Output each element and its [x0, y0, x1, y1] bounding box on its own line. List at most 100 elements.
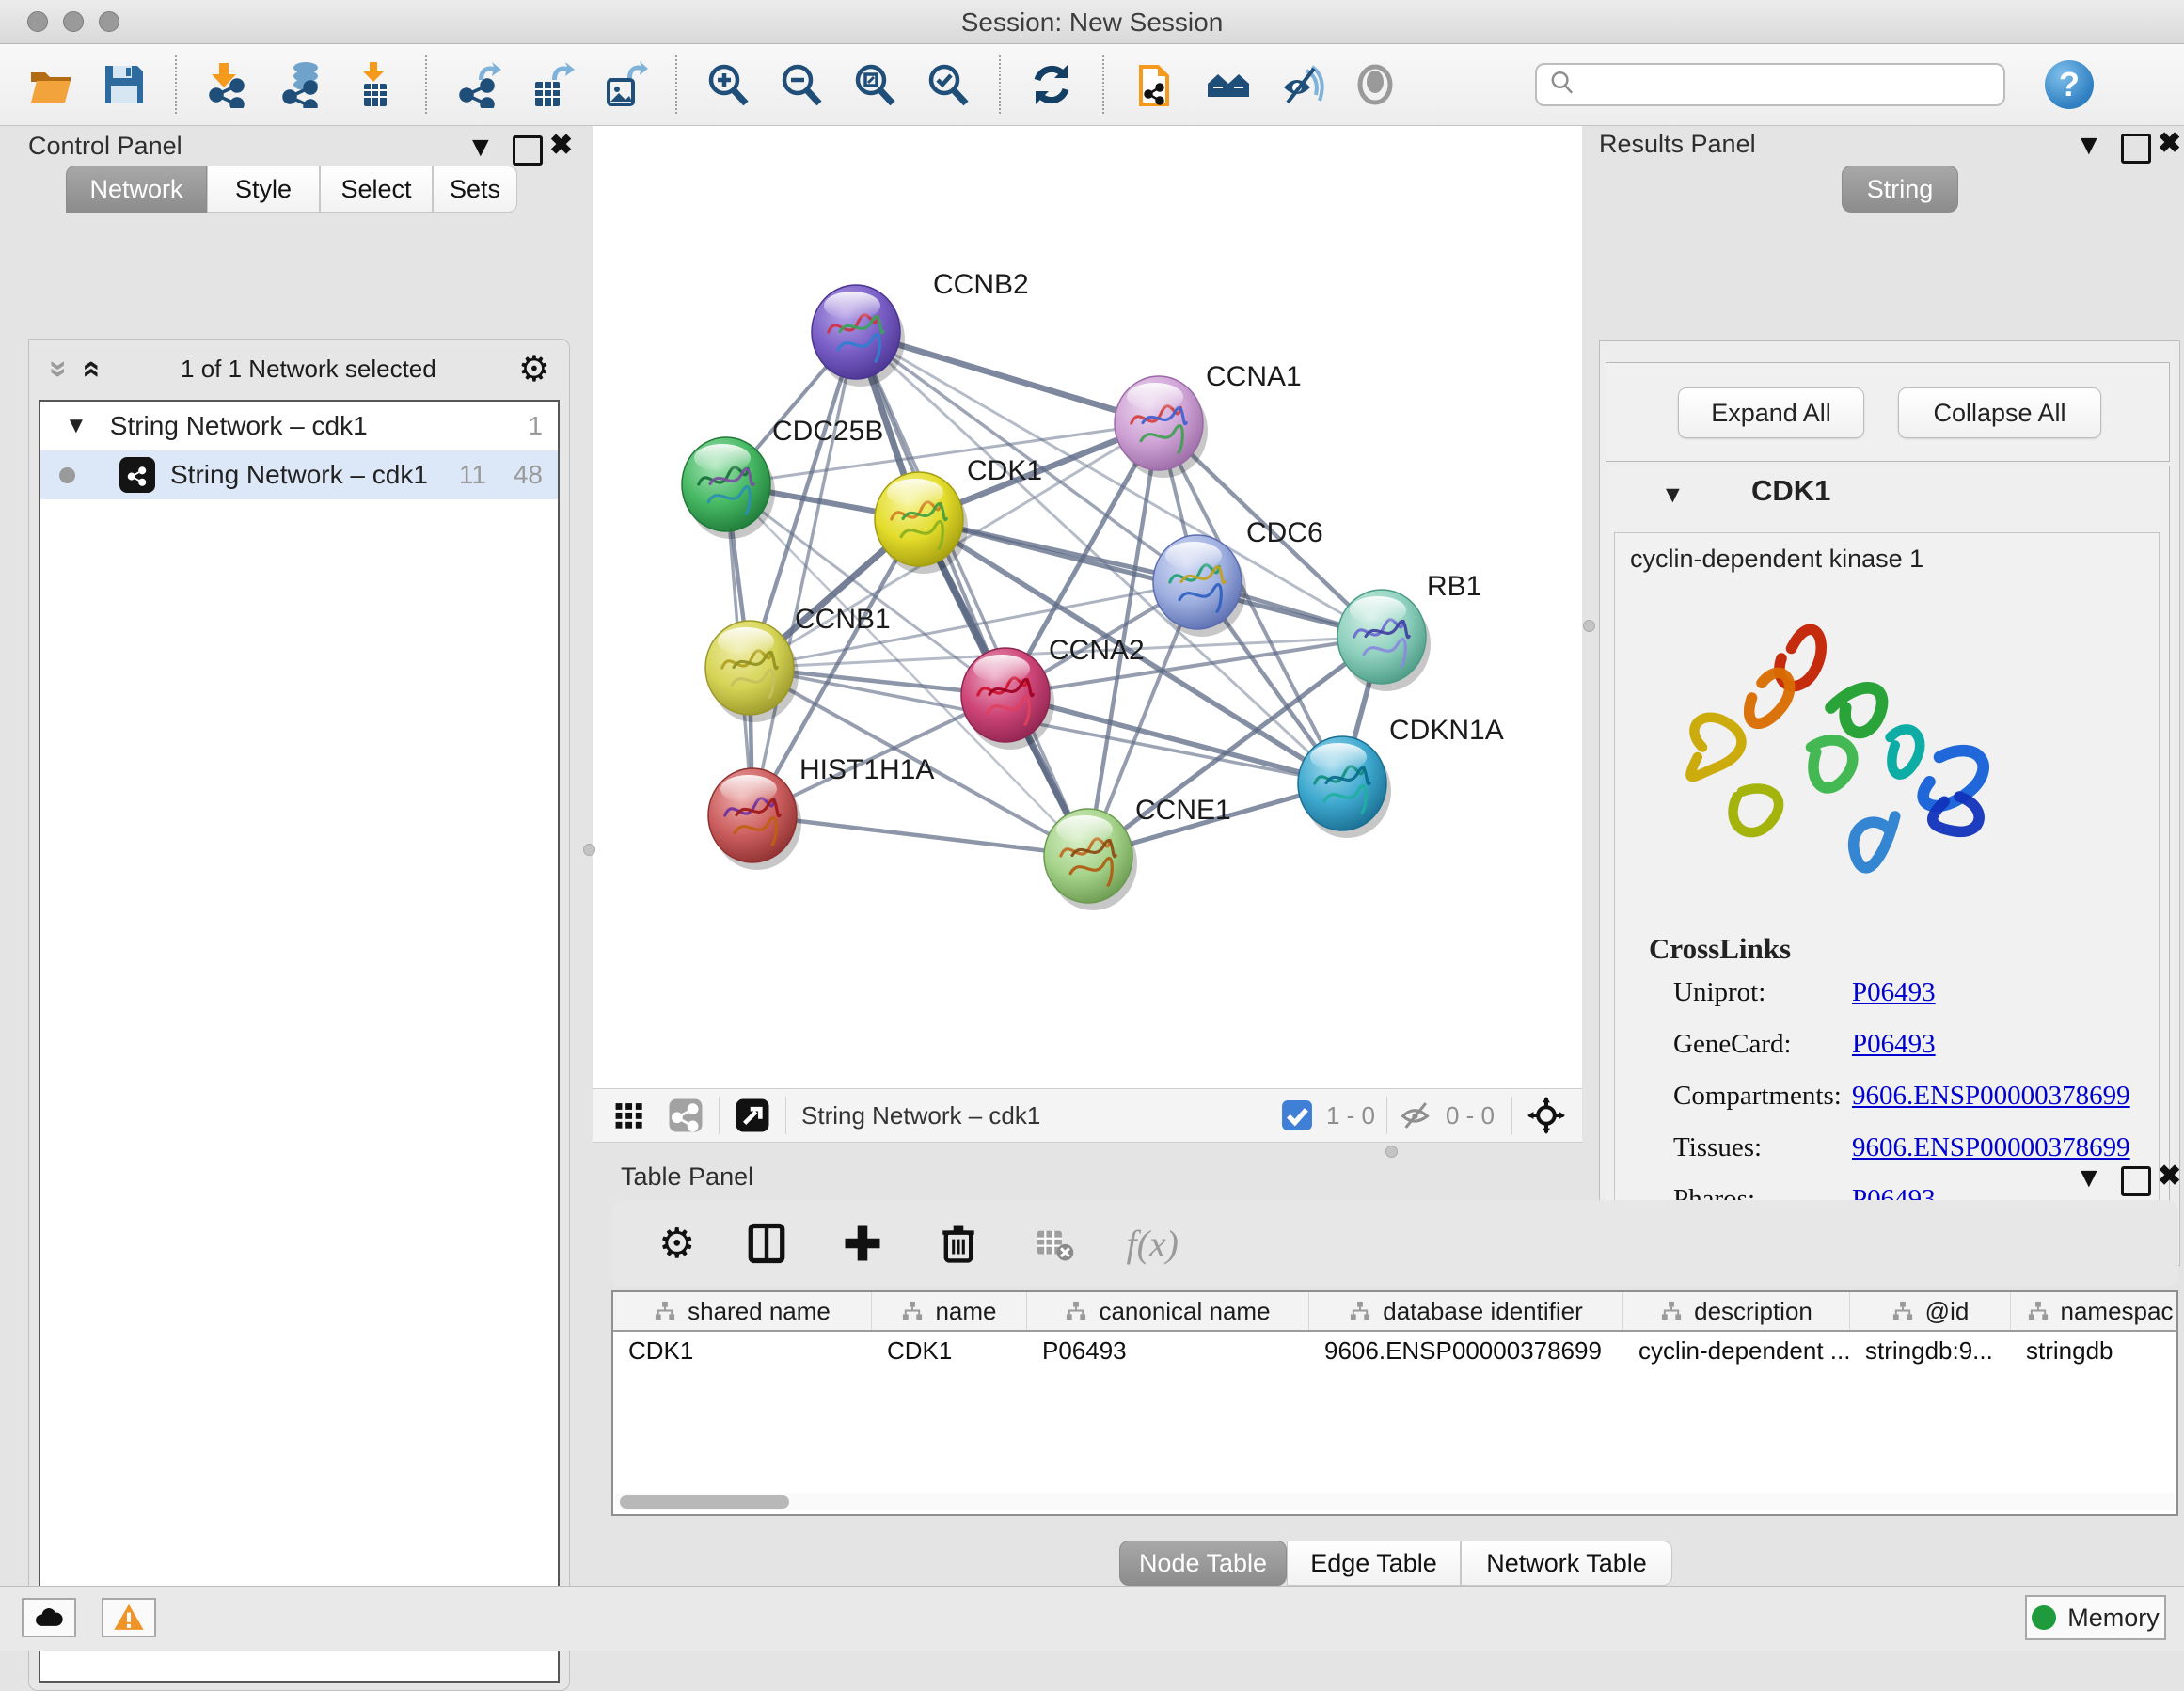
table-panel-close-icon[interactable]: ✖ [2158, 1162, 2181, 1191]
expand-all-networks-icon[interactable]: » [71, 360, 108, 378]
memory-status-dot [2032, 1605, 2056, 1630]
import-file-network-icon[interactable] [1131, 60, 1179, 109]
add-column-icon[interactable] [838, 1219, 887, 1268]
table-tabs: Node TableEdge TableNetwork Table [1119, 1541, 1672, 1586]
left-splitter-handle[interactable] [583, 844, 595, 856]
bottom-splitter-handle[interactable] [1385, 1146, 1398, 1158]
crosslink-label: Uniprot: [1673, 977, 1852, 1008]
search-network-databases-icon[interactable] [1204, 60, 1253, 109]
network-share-icon[interactable] [668, 1098, 704, 1133]
network-node-CCNB2[interactable] [812, 285, 905, 387]
control-panel-close-icon[interactable]: ✖ [549, 132, 573, 160]
save-session-icon[interactable] [100, 60, 149, 109]
import-table-icon[interactable] [350, 60, 399, 109]
table-panel-maximize-icon[interactable] [2121, 1166, 2151, 1196]
export-network-icon[interactable] [453, 60, 502, 109]
show-hide-graphics-icon[interactable] [1277, 60, 1326, 109]
import-database-icon[interactable] [277, 60, 325, 109]
results-panel-float-icon[interactable]: ▼ [2075, 132, 2103, 160]
delete-column-icon[interactable] [934, 1219, 983, 1268]
network-row[interactable]: String Network – cdk1 11 48 [40, 450, 558, 499]
network-node-CDKN1A[interactable] [1298, 736, 1391, 838]
cloud-button[interactable] [22, 1598, 76, 1637]
column-header-description[interactable]: description [1623, 1292, 1850, 1330]
control-panel-maximize-icon[interactable] [513, 135, 543, 166]
network-graph[interactable]: CCNB2CCNA1CDC25BCDK1CDC6RB1CCNB1CCNA2CDK… [593, 126, 1582, 1088]
network-collection-row[interactable]: ▼ String Network – cdk1 1 [40, 402, 558, 450]
crosslink-link[interactable]: P06493 [1852, 977, 1936, 1008]
selected-checkbox-icon[interactable] [1279, 1098, 1315, 1133]
network-node-CCNA2[interactable] [961, 648, 1054, 750]
hidden-eye-slash-icon[interactable] [1399, 1098, 1434, 1133]
zoom-fit-icon[interactable] [850, 60, 899, 109]
column-header-database-identifier[interactable]: database identifier [1309, 1292, 1623, 1330]
results-panel-close-icon[interactable]: ✖ [2158, 130, 2181, 158]
tab-network-table[interactable]: Network Table [1461, 1541, 1672, 1586]
help-button[interactable]: ? [2045, 60, 2094, 109]
network-node-CCNE1[interactable] [1044, 809, 1137, 910]
tab-node-table[interactable]: Node Table [1119, 1541, 1287, 1586]
refresh-icon[interactable] [1027, 60, 1076, 109]
tab-network[interactable]: Network [66, 166, 207, 213]
fit-selected-crosshair-icon[interactable] [1527, 1097, 1565, 1134]
network-node-RB1[interactable] [1337, 590, 1431, 691]
column-header-canonical-name[interactable]: canonical name [1027, 1292, 1309, 1330]
table-settings-gear-icon[interactable]: ⚙ [658, 1219, 695, 1268]
control-panel-float-icon[interactable]: ▼ [467, 134, 495, 162]
network-edge-HIST1H1A-CCNE1[interactable] [752, 815, 1088, 856]
table-row[interactable]: CDK1CDK1P064939606.ENSP00000378699cyclin… [613, 1332, 2176, 1371]
table-panel-float-icon[interactable]: ▼ [2075, 1164, 2103, 1193]
export-image-icon[interactable] [600, 60, 649, 109]
network-edge-CCNB2-HIST1H1A[interactable] [752, 332, 856, 815]
crosslink-label: GeneCard: [1673, 1029, 1852, 1060]
network-edge-CCNA2-CDKN1A[interactable] [1005, 695, 1342, 783]
tab-style[interactable]: Style [207, 166, 320, 213]
table-horizontal-scrollbar[interactable] [615, 1493, 2175, 1510]
search-icon [1548, 69, 1576, 102]
hierarchy-icon [654, 1300, 676, 1322]
tab-select[interactable]: Select [320, 166, 433, 213]
network-options-gear-icon[interactable]: ⚙ [518, 348, 550, 390]
network-icon [119, 457, 155, 493]
protein-structure-image [1643, 588, 2038, 926]
crosslink-link[interactable]: 9606.ENSP00000378699 [1852, 1081, 2130, 1112]
node-description: cyclin-dependent kinase 1 [1630, 545, 1923, 574]
network-node-CDC25B[interactable] [682, 437, 775, 539]
network-node-CCNA1[interactable] [1115, 376, 1208, 478]
network-node-CDK1[interactable] [875, 472, 968, 574]
expand-all-button[interactable]: Expand All [1678, 387, 1864, 438]
network-view-canvas[interactable]: CCNB2CCNA1CDC25BCDK1CDC6RB1CCNB1CCNA2CDK… [593, 126, 1582, 1088]
scrollbar-thumb[interactable] [620, 1495, 789, 1509]
birds-eye-view-icon[interactable] [611, 1098, 647, 1133]
zoom-selected-icon[interactable] [924, 60, 973, 109]
zoom-in-icon[interactable] [704, 60, 752, 109]
open-session-icon[interactable] [26, 60, 75, 109]
level-of-detail-icon[interactable] [1351, 60, 1400, 109]
tab-edge-table[interactable]: Edge Table [1287, 1541, 1461, 1586]
memory-button[interactable]: Memory [2025, 1595, 2166, 1640]
detach-view-icon[interactable] [735, 1098, 770, 1133]
warnings-button[interactable] [102, 1598, 156, 1637]
results-panel-maximize-icon[interactable] [2121, 134, 2151, 164]
search-box[interactable] [1535, 63, 2005, 106]
export-table-icon[interactable] [527, 60, 576, 109]
show-columns-icon[interactable] [742, 1219, 791, 1268]
tab-string[interactable]: String [1842, 166, 1958, 213]
zoom-out-icon[interactable] [777, 60, 826, 109]
tab-sets[interactable]: Sets [433, 166, 517, 213]
import-network-icon[interactable] [203, 60, 252, 109]
collapse-all-button[interactable]: Collapse All [1898, 387, 2101, 438]
network-node-HIST1H1A[interactable] [708, 768, 801, 870]
crosslink-link[interactable]: P06493 [1852, 1029, 1936, 1060]
crosslink-label: Compartments: [1673, 1081, 1852, 1112]
hierarchy-icon [1349, 1300, 1371, 1322]
network-node-label-RB1: RB1 [1427, 571, 1481, 602]
column-header-namespac[interactable]: namespac [2011, 1292, 2178, 1330]
network-node-label-HIST1H1A: HIST1H1A [799, 754, 934, 785]
column-header--id[interactable]: @id [1850, 1292, 2011, 1330]
collection-expander-icon[interactable]: ▼ [65, 413, 87, 439]
section-expander-icon[interactable]: ▼ [1661, 482, 1685, 509]
column-header-shared-name[interactable]: shared name [613, 1292, 872, 1330]
search-input[interactable] [1576, 70, 2003, 101]
column-header-name[interactable]: name [872, 1292, 1027, 1330]
